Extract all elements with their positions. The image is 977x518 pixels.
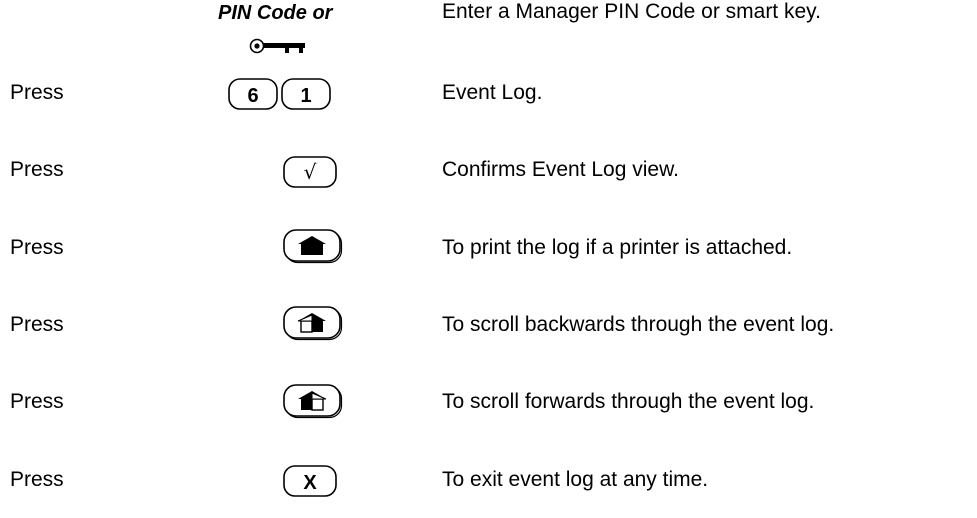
pin-code-heading: PIN Code or bbox=[218, 2, 333, 24]
print-button[interactable] bbox=[283, 229, 345, 267]
row-4-action: Press bbox=[10, 313, 64, 336]
scroll-back-button[interactable] bbox=[283, 306, 345, 344]
row-4-description: To scroll backwards through the event lo… bbox=[442, 313, 835, 336]
row-5-action: Press bbox=[10, 390, 64, 413]
row-0-description: Enter a Manager PIN Code or smart key. bbox=[442, 0, 821, 23]
row-2-description: Confirms Event Log view. bbox=[442, 158, 679, 181]
exit-x-icon: X bbox=[303, 472, 317, 494]
exit-button[interactable]: X bbox=[283, 465, 343, 499]
row-2-action: Press bbox=[10, 158, 64, 181]
row-6-description: To exit event log at any time. bbox=[442, 468, 709, 491]
row-5-description: To scroll forwards through the event log… bbox=[442, 390, 815, 413]
key-6-label: 6 bbox=[247, 85, 258, 107]
check-button[interactable]: √ bbox=[283, 156, 343, 190]
check-icon: √ bbox=[304, 160, 317, 184]
row-1-action: Press bbox=[10, 81, 64, 104]
row-6-action: Press bbox=[10, 468, 64, 491]
key-6-1-buttons[interactable]: 6 1 bbox=[228, 78, 338, 112]
key-1-label: 1 bbox=[300, 85, 311, 107]
row-1-description: Event Log. bbox=[442, 81, 543, 104]
row-3-description: To print the log if a printer is attache… bbox=[442, 236, 793, 259]
smart-key-icon bbox=[249, 38, 305, 54]
scroll-forward-button[interactable] bbox=[283, 384, 345, 422]
row-3-action: Press bbox=[10, 236, 64, 259]
